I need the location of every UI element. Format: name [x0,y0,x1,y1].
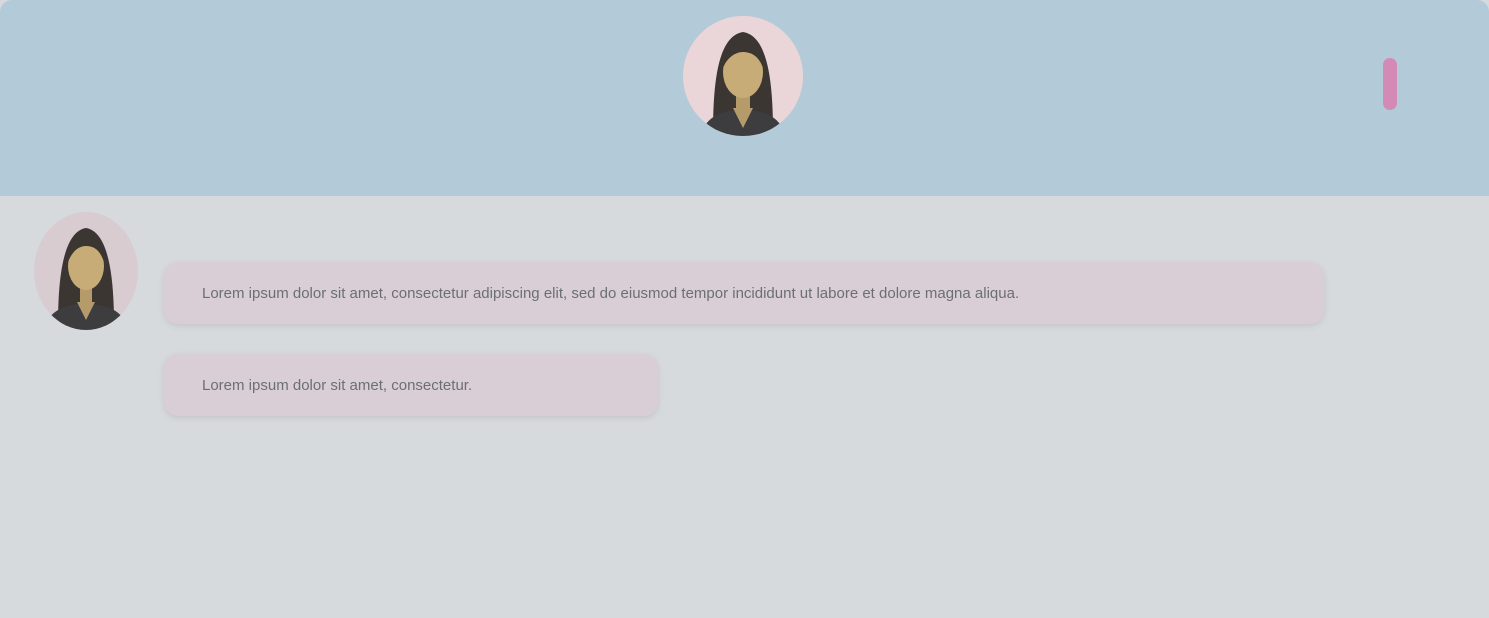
message-bubble[interactable]: Lorem ipsum dolor sit amet, consectetur … [164,262,1324,324]
menu-button[interactable] [1372,52,1408,116]
chat-header [0,0,1489,196]
woman-avatar-icon [683,16,803,136]
message-text: Lorem ipsum dolor sit amet, consectetur. [202,376,473,394]
kebab-menu-icon [1383,58,1397,110]
message-area[interactable]: Lorem ipsum dolor sit amet, consectetur … [0,196,1489,618]
chat-window: Lorem ipsum dolor sit amet, consectetur … [0,0,1489,618]
contact-avatar[interactable] [683,16,803,136]
sender-avatar[interactable] [34,212,138,330]
message-text: Lorem ipsum dolor sit amet, consectetur … [202,284,1020,302]
woman-avatar-icon [34,212,138,330]
message-bubble[interactable]: Lorem ipsum dolor sit amet, consectetur. [164,354,658,416]
